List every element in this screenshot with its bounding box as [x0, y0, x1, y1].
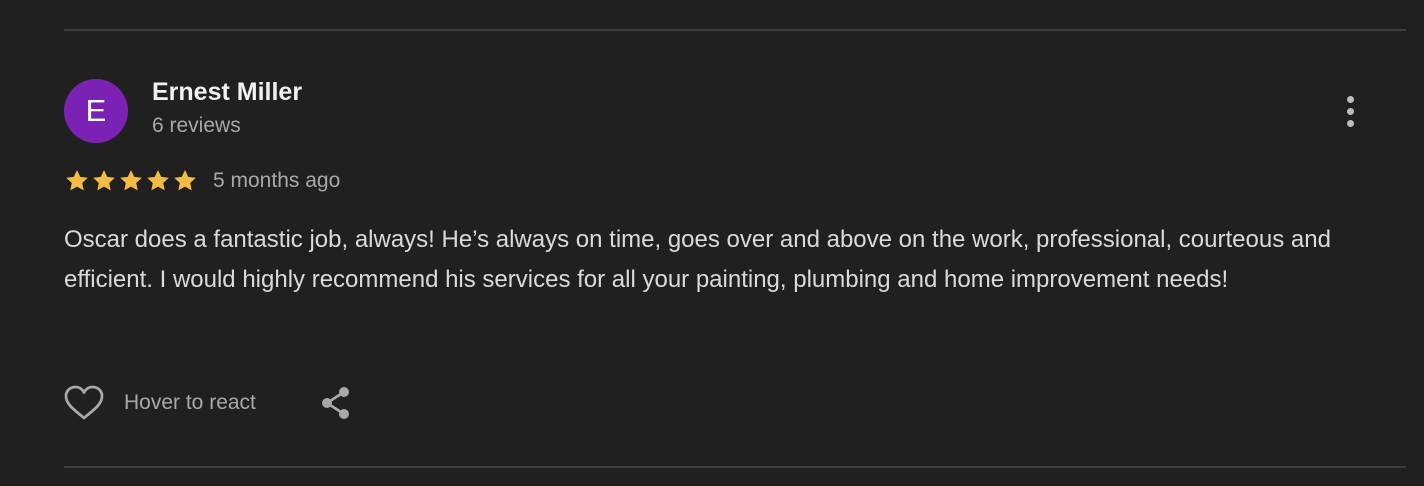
- bottom-divider: [64, 466, 1406, 468]
- avatar-initial: E: [85, 93, 107, 128]
- rating-row: 5 months ago: [64, 166, 340, 196]
- avatar[interactable]: E: [64, 79, 128, 143]
- react-label: Hover to react: [124, 391, 256, 414]
- review-text: Oscar does a fantastic job, always! He’s…: [64, 226, 1331, 293]
- star-icon: [174, 169, 196, 191]
- reviewer-name[interactable]: Ernest Miller: [152, 78, 302, 107]
- top-divider: [64, 29, 1406, 31]
- share-icon: [321, 387, 349, 419]
- review-date: 5 months ago: [213, 169, 341, 192]
- star-rating: [64, 168, 198, 194]
- review-actions: Hover to react: [64, 382, 354, 424]
- star-icon: [147, 169, 169, 191]
- share-button[interactable]: [318, 385, 354, 421]
- react-button[interactable]: Hover to react: [64, 385, 256, 421]
- reviewer-review-count[interactable]: 6 reviews: [152, 114, 241, 138]
- heart-outline-icon: [64, 385, 104, 420]
- star-icon: [120, 169, 142, 191]
- more-options-button[interactable]: [1334, 90, 1366, 132]
- more-vertical-icon: [1346, 95, 1354, 103]
- star-icon: [93, 169, 115, 191]
- review-card: E Ernest Miller 6 reviews 5 months ago O…: [0, 0, 1424, 486]
- star-icon: [66, 169, 88, 191]
